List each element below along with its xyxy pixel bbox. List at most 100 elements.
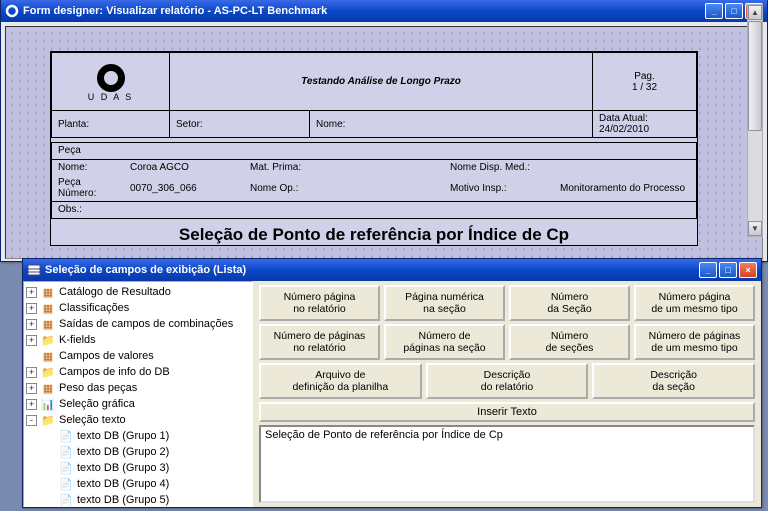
peca-op-label: Nome Op.: — [244, 175, 344, 202]
expand-icon[interactable]: + — [26, 367, 37, 378]
expand-icon[interactable]: + — [26, 399, 37, 410]
text-input-area[interactable]: Seleção de Ponto de referência por Índic… — [259, 425, 755, 503]
expand-icon[interactable]: + — [26, 287, 37, 298]
tree-item[interactable]: + K-fields — [24, 332, 252, 348]
btn-pages-count-sametype[interactable]: Número de páginasde um mesmo tipo — [634, 324, 755, 360]
tree-item-label: texto DB (Grupo 4) — [77, 478, 169, 490]
scroll-down-icon[interactable]: ▼ — [748, 221, 762, 236]
tree-item-label: texto DB (Grupo 3) — [77, 462, 169, 474]
pag-label: Pag. — [599, 71, 690, 82]
peca-mat-label: Mat. Prima: — [244, 159, 344, 175]
tree-item-label: Catálogo de Resultado — [59, 286, 171, 298]
setor-label: Setor: — [170, 111, 310, 138]
tree-item[interactable]: + Peso das peças — [24, 380, 252, 396]
tree-item-label: K-fields — [59, 334, 96, 346]
tree-item[interactable]: Campos de valores — [24, 348, 252, 364]
tree-item-label: Seleção texto — [59, 414, 126, 426]
designer-canvas[interactable]: U D A S Testando Análise de Longo Prazo … — [5, 26, 763, 259]
planta-label: Planta: — [52, 111, 170, 138]
scroll-up-icon[interactable]: ▲ — [748, 5, 762, 20]
grid-icon — [40, 349, 56, 363]
grid-icon — [40, 301, 56, 315]
close-button[interactable]: × — [739, 262, 757, 278]
tree-item-label: texto DB (Grupo 5) — [77, 494, 169, 506]
scroll-thumb[interactable] — [748, 21, 762, 131]
tree-item[interactable]: + Classificações — [24, 300, 252, 316]
data-cell: Data Atual: 24/02/2010 — [593, 111, 697, 138]
tree-item[interactable]: + Saídas de campos de combinações — [24, 316, 252, 332]
vertical-scrollbar[interactable]: ▲ ▼ — [747, 4, 763, 237]
tree-item[interactable]: + Campos de info do DB — [24, 364, 252, 380]
fields-window-title: Seleção de campos de exibição (Lista) — [45, 264, 699, 276]
peca-disp-label: Nome Disp. Med.: — [444, 159, 554, 175]
btn-page-numeric-section[interactable]: Página numéricana seção — [384, 285, 505, 321]
tree-item-label: Saídas de campos de combinações — [59, 318, 233, 330]
data-label: Data Atual: — [599, 113, 648, 124]
btn-page-num-report[interactable]: Número páginano relatório — [259, 285, 380, 321]
tree-item-label: Campos de valores — [59, 350, 154, 362]
maximize-button[interactable]: □ — [725, 3, 743, 19]
peca-motivo-label: Motivo Insp.: — [444, 175, 554, 202]
insert-text-button[interactable]: Inserir Texto — [259, 402, 755, 422]
expand-icon[interactable]: + — [26, 319, 37, 330]
tree-item[interactable]: - Seleção texto — [24, 412, 252, 428]
data-value: 24/02/2010 — [599, 124, 649, 135]
tree-item[interactable]: texto DB (Grupo 2) — [24, 444, 252, 460]
collapse-icon[interactable]: - — [26, 415, 37, 426]
expand-icon[interactable]: + — [26, 383, 37, 394]
peca-nome-value: Coroa AGCO — [124, 159, 244, 175]
pag-value: 1 / 32 — [599, 82, 690, 93]
report-preview: U D A S Testando Análise de Longo Prazo … — [50, 51, 698, 246]
doc-icon — [58, 493, 74, 507]
form-designer-window: Form designer: Visualizar relatório - AS… — [0, 0, 768, 262]
fields-selection-window: Seleção de campos de exibição (Lista) _ … — [22, 258, 762, 508]
tree-item-label: Classificações — [59, 302, 129, 314]
tree-item[interactable]: + Catálogo de Resultado — [24, 284, 252, 300]
logo-cell: U D A S — [52, 53, 170, 111]
doc-icon — [58, 429, 74, 443]
peca-motivo-value: Monitoramento do Processo — [554, 175, 696, 202]
tree-item-label: Peso das peças — [59, 382, 137, 394]
maximize-button[interactable]: □ — [719, 262, 737, 278]
btn-report-description[interactable]: Descriçãodo relatório — [426, 363, 589, 399]
btn-section-description[interactable]: Descriçãoda seção — [592, 363, 755, 399]
doc-icon — [58, 445, 74, 459]
folder-icon — [40, 333, 56, 347]
peca-num-label: Peça Número: — [52, 175, 124, 202]
grid-icon — [40, 381, 56, 395]
page-cell: Pag. 1 / 32 — [593, 53, 697, 111]
tree-item[interactable]: texto DB (Grupo 4) — [24, 476, 252, 492]
btn-page-num-sametype[interactable]: Número páginade um mesmo tipo — [634, 285, 755, 321]
main-titlebar[interactable]: Form designer: Visualizar relatório - AS… — [1, 0, 767, 22]
right-pane: Número páginano relatório Página numéric… — [253, 281, 761, 507]
tree-item-label: Campos de info do DB — [59, 366, 170, 378]
expand-icon[interactable]: + — [26, 335, 37, 346]
logo-icon — [97, 64, 125, 92]
minimize-button[interactable]: _ — [705, 3, 723, 19]
logo-text: U D A S — [58, 92, 163, 102]
tree-item-label: texto DB (Grupo 2) — [77, 446, 169, 458]
peca-box: Peça Nome: Coroa AGCO Mat. Prima: Nome D… — [51, 142, 697, 219]
btn-section-num[interactable]: Númeroda Seção — [509, 285, 630, 321]
expand-icon[interactable]: + — [26, 303, 37, 314]
app-icon — [5, 4, 19, 18]
fields-titlebar[interactable]: Seleção de campos de exibição (Lista) _ … — [23, 259, 761, 281]
main-window-title: Form designer: Visualizar relatório - AS… — [23, 5, 705, 17]
btn-sheet-def-file[interactable]: Arquivo dedefinição da planilha — [259, 363, 422, 399]
btn-pages-count-section[interactable]: Número depáginas na seção — [384, 324, 505, 360]
minimize-button[interactable]: _ — [699, 262, 717, 278]
tree-item[interactable]: + Seleção gráfica — [24, 396, 252, 412]
tree-item[interactable]: texto DB (Grupo 3) — [24, 460, 252, 476]
btn-sections-count[interactable]: Númerode seções — [509, 324, 630, 360]
tree-item[interactable]: texto DB (Grupo 1) — [24, 428, 252, 444]
btn-pages-count-report[interactable]: Número de páginasno relatório — [259, 324, 380, 360]
peca-header: Peça — [52, 143, 696, 159]
doc-icon — [58, 477, 74, 491]
fields-window-icon — [27, 263, 41, 277]
peca-nome-label: Nome: — [52, 159, 124, 175]
fields-tree[interactable]: + Catálogo de Resultado + Classificações + Sa… — [23, 281, 253, 507]
tree-item[interactable]: texto DB (Grupo 5) — [24, 492, 252, 507]
tree-item-label: Seleção gráfica — [59, 398, 135, 410]
folder-icon — [40, 365, 56, 379]
grid-icon — [40, 317, 56, 331]
